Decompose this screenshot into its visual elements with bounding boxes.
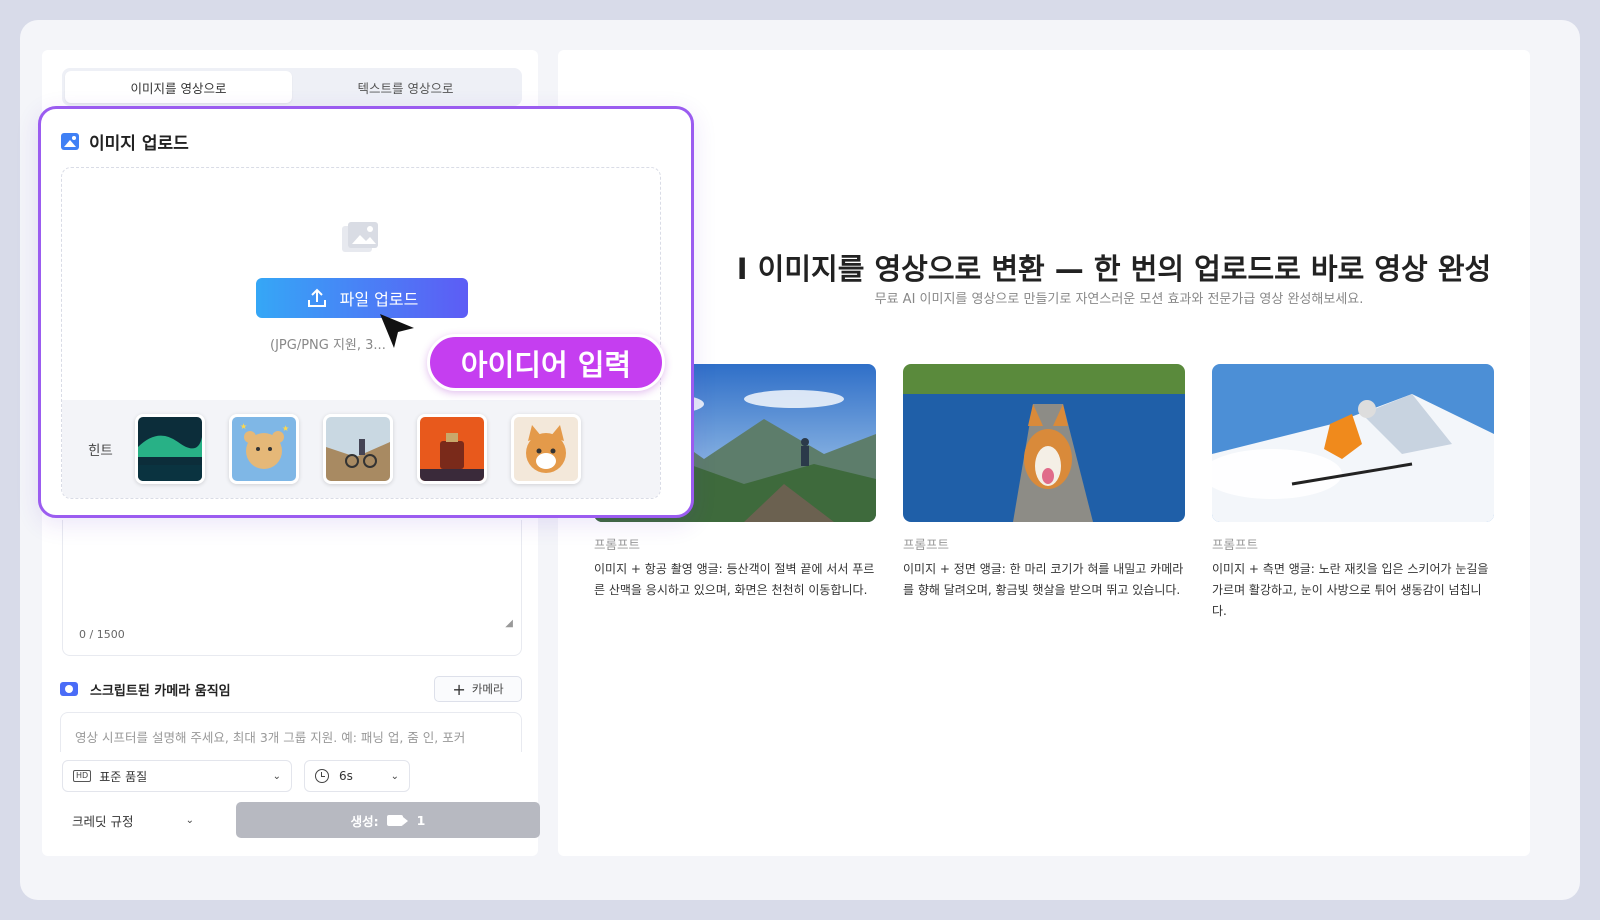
resize-grip-icon[interactable]: ◢: [505, 618, 513, 629]
credit-rule-label: 크레딧 규정: [72, 813, 134, 829]
image-icon: [61, 133, 79, 150]
example-card[interactable]: 프롬프트 이미지 + 정면 앵글: 한 마리 코기가 혀를 내밀고 카메라를 향…: [903, 364, 1185, 601]
hint-thumbnail-perfume-bottle[interactable]: [416, 414, 487, 484]
hint-thumbnail-orange-cat[interactable]: [510, 414, 581, 484]
upload-icon: [307, 288, 326, 307]
idea-input-badge: 아이디어 입력: [427, 334, 665, 391]
upload-title: 이미지 업로드: [89, 134, 189, 154]
generate-label: 생성:: [350, 813, 379, 829]
example-label: 프롬프트: [1212, 537, 1259, 552]
quality-value: 표준 품질: [99, 769, 148, 784]
right-panel: I 이미지를 영상으로 변환 — 한 번의 업로드로 바로 영상 완성 무료 A…: [558, 50, 1530, 856]
quality-select[interactable]: HD 표준 품질 ⌄: [62, 760, 292, 792]
support-text: (JPG/PNG 지원, 3...: [270, 338, 386, 353]
mode-tabs: 이미지를 영상으로 텍스트를 영상으로: [62, 68, 522, 106]
example-label: 프롬프트: [903, 537, 950, 552]
example-text: 이미지 + 정면 앵글: 한 마리 코기가 혀를 내밀고 카메라를 향해 달려오…: [903, 562, 1184, 597]
hint-thumbnail-mountain-biker[interactable]: [322, 414, 393, 484]
generate-button[interactable]: 생성: 1: [236, 802, 540, 838]
example-label: 프롬프트: [594, 537, 641, 552]
video-icon: [386, 814, 408, 826]
example-text: 이미지 + 항공 촬영 앵글: 등산객이 절벽 끝에 서서 푸르른 산맥을 응시…: [594, 562, 875, 597]
image-placeholder-icon: [342, 222, 378, 252]
upload-dropzone[interactable]: 파일 업로드 (JPG/PNG 지원, 3... 힌트 ★ ★: [61, 167, 661, 499]
camera-movement-label: 스크립트된 카메라 움직임: [90, 683, 231, 699]
hint-bar: 힌트 ★ ★: [62, 400, 660, 498]
prompt-textarea[interactable]: ◢ 0 / 1500: [62, 520, 522, 656]
camera-movement-row: 스크립트된 카메라 움직임 + 카메라: [60, 676, 522, 702]
skier-image: [1212, 364, 1494, 522]
generate-cost: 1: [416, 812, 426, 828]
credit-row: 크레딧 규정 ⌄ 생성: 1: [62, 802, 540, 838]
example-card[interactable]: 프롬프트 이미지 + 측면 앵글: 노란 재킷을 입은 스키어가 눈길을 가르며…: [1212, 364, 1494, 622]
corgi-running-image: [903, 364, 1185, 522]
hero-subtitle: 무료 AI 이미지를 영상으로 만들기로 자연스러운 모션 효과와 전문가급 영…: [874, 292, 1364, 307]
camera-movement-input[interactable]: 영상 시프터를 설명해 주세요, 최대 3개 그룹 지원. 예: 패닝 업, 줌…: [60, 712, 522, 752]
tab-text-to-video[interactable]: 텍스트를 영상으로: [292, 71, 519, 103]
file-upload-button[interactable]: 파일 업로드: [256, 278, 468, 318]
mouse-cursor-icon: [380, 314, 414, 348]
upload-header: 이미지 업로드: [61, 129, 189, 154]
chevron-down-icon: ⌄: [390, 770, 399, 782]
example-text: 이미지 + 측면 앵글: 노란 재킷을 입은 스키어가 눈길을 가르며 활강하고…: [1212, 562, 1489, 618]
char-count: 0 / 1500: [79, 628, 125, 641]
duration-value: 6s: [339, 769, 353, 783]
clock-icon: [315, 769, 329, 783]
hint-thumbnail-teddy-bear[interactable]: ★ ★: [228, 414, 299, 484]
image-upload-card: 이미지 업로드 파일 업로드 (JPG/PNG 지원, 3... 힌트 ★ ★: [38, 106, 694, 518]
file-upload-label: 파일 업로드: [339, 290, 419, 309]
credit-rule-select[interactable]: 크레딧 규정 ⌄: [62, 811, 202, 830]
chevron-down-icon: ⌄: [185, 814, 194, 826]
add-camera-button[interactable]: + 카메라: [434, 676, 522, 702]
chevron-down-icon: ⌄: [272, 770, 281, 782]
tab-image-to-video[interactable]: 이미지를 영상으로: [65, 71, 292, 103]
hero-title: I 이미지를 영상으로 변환 — 한 번의 업로드로 바로 영상 완성: [736, 252, 1492, 286]
hint-label: 힌트: [88, 443, 113, 459]
add-camera-label: 카메라: [471, 682, 504, 696]
hd-icon: HD: [73, 770, 92, 782]
svg-text:★: ★: [240, 422, 247, 431]
svg-text:★: ★: [282, 424, 289, 433]
duration-select[interactable]: 6s ⌄: [304, 760, 410, 792]
camera-icon: [60, 682, 78, 696]
hint-thumbnail-aurora[interactable]: [134, 414, 205, 484]
settings-row: HD 표준 품질 ⌄ 6s ⌄: [62, 760, 410, 792]
plus-icon: +: [452, 679, 466, 699]
